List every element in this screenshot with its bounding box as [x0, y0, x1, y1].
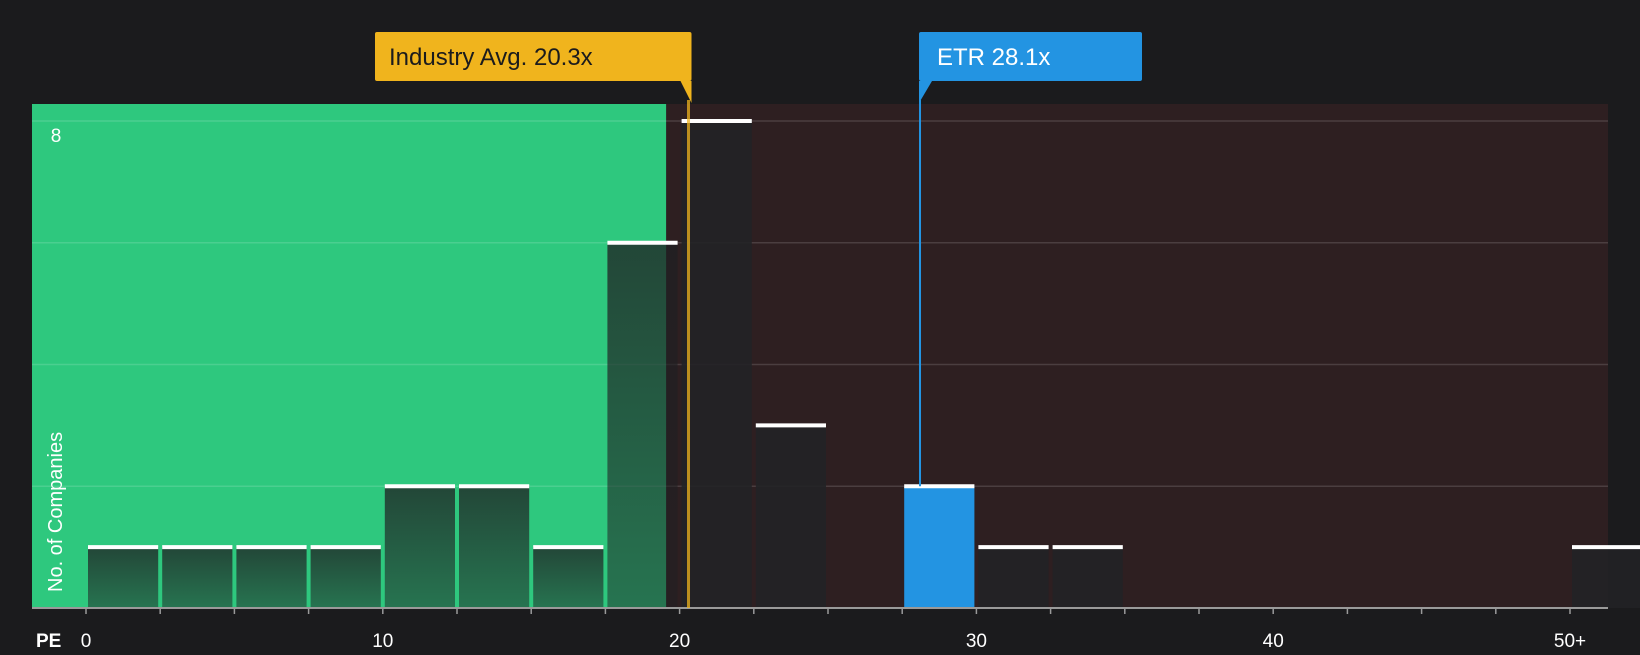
bar-9: [755, 425, 826, 608]
y-tick-label-8: 8: [51, 126, 62, 147]
bar-13: [1572, 547, 1640, 608]
x-tick-label-50+: 50+: [1554, 631, 1586, 650]
bar-cap-12: [1052, 545, 1123, 550]
company-pe-label: ETR 28.1x: [937, 44, 1050, 71]
bar-5: [459, 486, 530, 608]
bar-3: [310, 547, 381, 608]
bar-8: [681, 121, 752, 608]
bar-cap-0: [88, 545, 159, 550]
bar-cap-10: [904, 484, 975, 489]
x-tick-label-30: 30: [966, 631, 987, 650]
bar-cap-8: [681, 119, 752, 123]
bar-cap-1: [162, 545, 233, 550]
bar-11: [978, 547, 1049, 608]
bar-4: [384, 486, 455, 608]
x-tick-label-40: 40: [1263, 631, 1284, 650]
y-axis-label: No. of Companies: [45, 432, 67, 592]
x-tick-label-10: 10: [372, 631, 393, 650]
pe-distribution-chart: 0 10 20 30 40 50+ Industry Avg. 20.3x ETR 28.1…: [0, 0, 1640, 652]
bar-cap-6: [533, 545, 604, 550]
bar-cap-11: [978, 545, 1049, 550]
bar-cap-7: [607, 240, 678, 245]
bar-2: [236, 547, 307, 608]
bar-cap-2: [236, 545, 307, 550]
bar-cap-3: [310, 545, 381, 550]
industry-avg-label: Industry Avg. 20.3x: [389, 44, 593, 71]
x-axis-label: PE: [36, 631, 61, 650]
bar-12: [1052, 547, 1123, 608]
x-tick-label-0: 0: [81, 631, 92, 650]
bar-cap-5: [459, 484, 530, 489]
bar-0: [88, 547, 159, 608]
bar-7: [607, 242, 678, 608]
bar-6: [533, 547, 604, 608]
bar-cap-9: [755, 423, 826, 428]
bar-10: [904, 486, 975, 608]
x-tick-label-20: 20: [669, 631, 690, 650]
undervalued-region: [32, 104, 667, 608]
bar-cap-13: [1572, 545, 1640, 550]
bar-1: [162, 547, 233, 608]
bar-cap-4: [384, 484, 455, 489]
chart-canvas: 0 10 20 30 40 50+ Industry Avg. 20.3x ETR 28.1…: [0, 0, 1640, 652]
